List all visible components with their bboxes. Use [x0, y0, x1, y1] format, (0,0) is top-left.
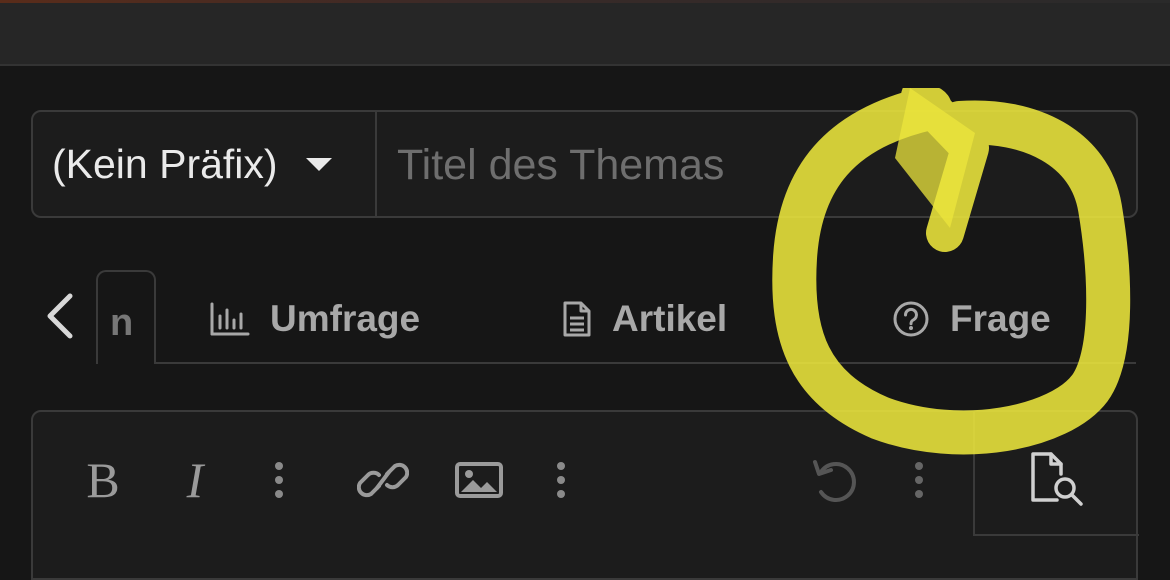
more-options-icon[interactable]: [269, 452, 289, 508]
prefix-dropdown[interactable]: (Kein Präfix): [33, 112, 377, 216]
question-circle-icon: [893, 301, 929, 337]
preview-icon[interactable]: [1027, 450, 1087, 508]
image-icon[interactable]: [453, 452, 505, 508]
link-icon[interactable]: [357, 452, 409, 508]
thread-title-input[interactable]: [377, 112, 1136, 218]
preview-toggle-area: [973, 412, 1139, 536]
more-options-icon[interactable]: [551, 452, 571, 508]
tab-discussion-label: n: [110, 302, 134, 344]
tab-question[interactable]: Frage: [892, 294, 1051, 344]
poll-chart-icon: [210, 302, 250, 336]
message-editor: B I: [31, 410, 1139, 580]
chevron-left-icon[interactable]: [40, 292, 84, 340]
tab-poll[interactable]: Umfrage: [210, 294, 420, 344]
document-icon: [563, 301, 591, 337]
prefix-label: (Kein Präfix): [52, 140, 278, 187]
tab-article-label: Artikel: [612, 298, 728, 339]
undo-icon[interactable]: [807, 452, 863, 508]
tab-question-label: Frage: [950, 298, 1051, 339]
italic-button[interactable]: I: [175, 452, 215, 508]
thread-title-row: (Kein Präfix): [31, 110, 1138, 218]
more-options-icon[interactable]: [909, 452, 929, 508]
top-bar: [0, 0, 1170, 66]
thread-type-tabs: n Umfrage Artikel Frage: [0, 268, 1170, 364]
chevron-down-icon: [305, 157, 332, 171]
bold-button[interactable]: B: [81, 452, 125, 508]
top-accent-strip: [0, 0, 1170, 3]
tab-article[interactable]: Artikel: [562, 294, 727, 344]
tabs-divider: [156, 362, 1136, 364]
tab-poll-label: Umfrage: [270, 298, 421, 339]
tab-discussion[interactable]: n: [96, 270, 156, 364]
